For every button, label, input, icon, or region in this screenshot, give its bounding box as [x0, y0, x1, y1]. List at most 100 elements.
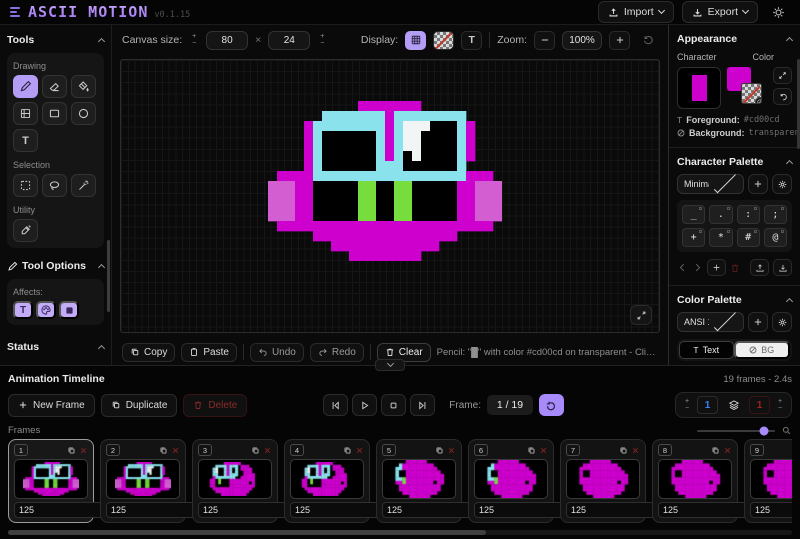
export-palette-button[interactable] [750, 259, 769, 276]
duplicate-frame-icon[interactable] [251, 446, 260, 455]
affects-background-toggle[interactable] [59, 301, 79, 319]
delete-frame-icon[interactable] [539, 446, 548, 455]
frames-scrollbar[interactable] [8, 530, 792, 535]
import-button[interactable]: Import [598, 1, 674, 23]
onion-skin-toggle-button[interactable] [723, 396, 744, 414]
frame-card[interactable]: 1 ms [8, 439, 94, 523]
delete-frame-icon[interactable] [447, 446, 456, 455]
lasso-tool-button[interactable] [42, 174, 67, 197]
paste-button[interactable]: Paste [181, 343, 237, 362]
slider-thumb[interactable] [760, 426, 769, 435]
add-color-palette-button[interactable] [748, 312, 768, 332]
frame-thumbnail[interactable] [14, 459, 88, 499]
redo-button[interactable]: Redo [310, 343, 364, 362]
frame-card[interactable]: 2 ms [100, 439, 186, 523]
ellipse-tool-button[interactable] [71, 102, 96, 125]
frame-card[interactable]: 5 ms [376, 439, 462, 523]
skip-to-end-button[interactable] [410, 394, 435, 416]
frame-thumbnail[interactable] [566, 459, 640, 499]
palette-character-button[interactable]: # [737, 228, 760, 247]
onion-next-stepper[interactable]: +− [775, 399, 785, 412]
frame-card[interactable]: 4 ms [284, 439, 370, 523]
theme-toggle-button[interactable] [766, 1, 790, 23]
delete-frame-icon[interactable] [171, 446, 180, 455]
frame-card[interactable]: 9 ms [744, 439, 792, 523]
skip-to-start-button[interactable] [323, 394, 348, 416]
palette-character-button[interactable]: ; [764, 205, 787, 224]
delete-character-trash-icon[interactable] [730, 263, 740, 273]
delete-frame-button[interactable]: Delete [183, 394, 247, 417]
frame-card[interactable]: 8 ms [652, 439, 738, 523]
stop-button[interactable] [381, 394, 406, 416]
add-character-palette-button[interactable] [748, 174, 768, 194]
canvas-height-input[interactable] [268, 31, 310, 50]
zoom-reset-button[interactable] [637, 31, 658, 50]
drawing-canvas[interactable] [120, 59, 660, 333]
delete-frame-icon[interactable] [723, 446, 732, 455]
bg-color-tab[interactable]: BG [734, 341, 791, 359]
affects-character-toggle[interactable]: T [13, 301, 33, 319]
onion-prev-stepper[interactable]: +− [682, 399, 692, 412]
status-section-header[interactable]: Status [7, 341, 104, 353]
import-palette-button[interactable] [773, 259, 792, 276]
delete-frame-icon[interactable] [263, 446, 272, 455]
duplicate-frame-icon[interactable] [67, 446, 76, 455]
delete-frame-icon[interactable] [631, 446, 640, 455]
display-grid-toggle[interactable] [405, 31, 426, 50]
zoom-in-button[interactable] [609, 31, 630, 50]
palette-character-button[interactable]: . [709, 205, 732, 224]
canvas-fullscreen-button[interactable] [630, 305, 652, 325]
character-palette-settings-button[interactable] [772, 174, 792, 194]
canvas-width-stepper[interactable]: +− [189, 34, 199, 47]
add-character-button[interactable] [707, 259, 726, 276]
new-frame-button[interactable]: New Frame [8, 394, 95, 417]
duplicate-frame-icon[interactable] [527, 446, 536, 455]
undo-button[interactable]: Undo [250, 343, 304, 362]
character-palette-preset-dropdown[interactable]: Minimal ASC [677, 174, 744, 194]
color-palette-settings-button[interactable] [772, 312, 792, 332]
color-palette-section-header[interactable]: Color Palette [677, 294, 792, 306]
frame-thumbnail[interactable] [382, 459, 456, 499]
canvas-width-input[interactable] [206, 31, 248, 50]
frame-card[interactable]: 3 ms [192, 439, 278, 523]
duplicate-frame-icon[interactable] [343, 446, 352, 455]
palette-character-button[interactable]: @ [764, 228, 787, 247]
background-color-swatch[interactable] [741, 83, 762, 104]
affects-color-toggle[interactable] [36, 301, 56, 319]
eyedropper-tool-button[interactable] [13, 219, 38, 242]
palette-character-button[interactable]: : [737, 205, 760, 224]
palette-character-button[interactable]: + [682, 228, 705, 247]
swap-colors-button[interactable] [773, 88, 792, 105]
canvas-height-stepper[interactable]: +− [317, 34, 327, 47]
slider-track[interactable] [697, 430, 775, 432]
export-button[interactable]: Export [682, 1, 758, 23]
arrow-left-icon[interactable] [677, 262, 688, 273]
delete-frame-icon[interactable] [355, 446, 364, 455]
frame-card[interactable]: 7 ms [560, 439, 646, 523]
frame-thumbnail[interactable] [474, 459, 548, 499]
expand-picker-button[interactable] [773, 67, 792, 84]
eraser-tool-button[interactable] [42, 75, 67, 98]
tool-options-section-header[interactable]: Tool Options [7, 260, 104, 272]
play-button[interactable] [352, 394, 377, 416]
frame-thumbnail[interactable] [658, 459, 732, 499]
arrow-right-icon[interactable] [692, 262, 703, 273]
duplicate-frame-icon[interactable] [711, 446, 720, 455]
character-palette-section-header[interactable]: Character Palette [677, 156, 792, 168]
frame-thumbnail[interactable] [750, 459, 792, 499]
frame-duration-field[interactable] [750, 502, 792, 518]
color-palette-preset-dropdown[interactable]: ANSI 16-Colo [677, 312, 744, 332]
duplicate-frame-icon[interactable] [159, 446, 168, 455]
pattern-tool-button[interactable] [13, 102, 38, 125]
palette-character-button[interactable]: _ [682, 205, 705, 224]
selected-character-preview[interactable] [677, 67, 721, 109]
frame-thumbnail[interactable] [106, 459, 180, 499]
pencil-tool-button[interactable] [13, 75, 38, 98]
fill-tool-button[interactable] [71, 75, 96, 98]
timeline-collapse-handle[interactable] [375, 359, 405, 371]
frame-duration-input[interactable] [755, 505, 792, 515]
duplicate-frame-button[interactable]: Duplicate [101, 394, 178, 417]
duplicate-frame-icon[interactable] [619, 446, 628, 455]
appearance-section-header[interactable]: Appearance [677, 33, 792, 45]
duplicate-frame-icon[interactable] [435, 446, 444, 455]
